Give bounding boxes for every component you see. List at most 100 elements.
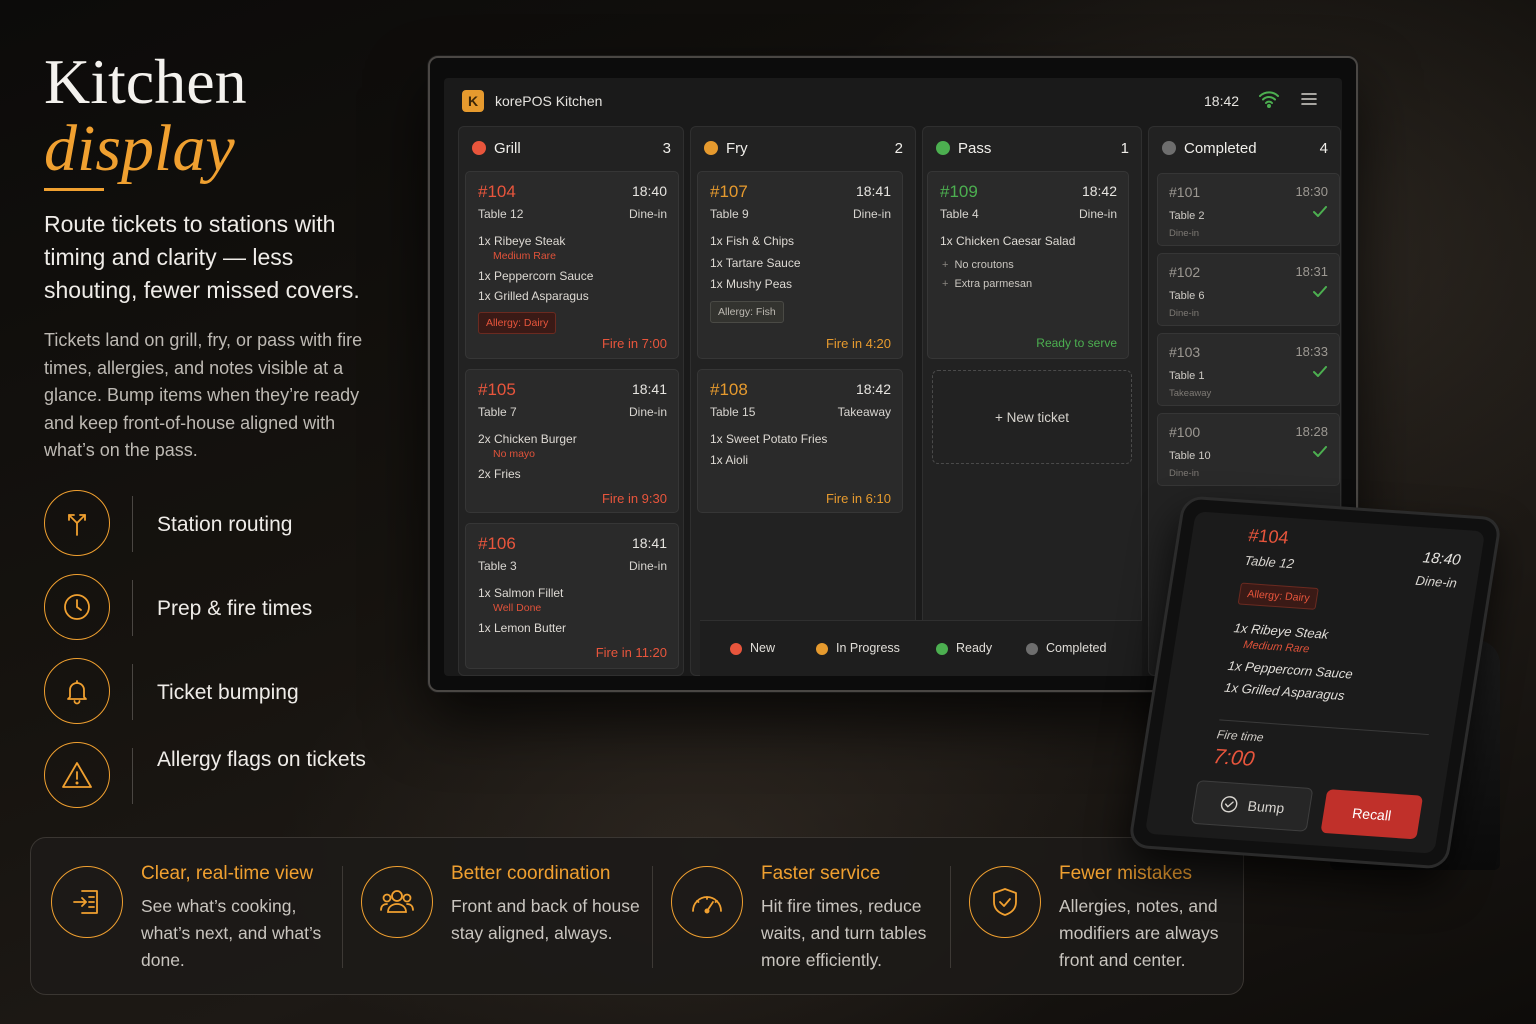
feature-label: Station routing [157, 513, 293, 536]
ticket-table: Table 9 [710, 207, 749, 221]
ticket-type: Dine-in [1169, 308, 1200, 319]
ticket-type: Dine-in [1414, 572, 1458, 591]
benefit-text: Allergies, notes, and modifiers are alwa… [1059, 896, 1219, 970]
fire-timer: Fire in 4:20 [825, 336, 891, 351]
ticket-card[interactable]: #104 18:40 Table 12 Dine-in 1x Ribeye St… [465, 171, 679, 359]
fire-timer: Fire in 9:30 [601, 491, 667, 506]
ticket-item: 1x Ribeye Steak [478, 234, 566, 248]
ticket-table: Table 15 [710, 405, 756, 419]
ticket-table: Table 12 [478, 207, 524, 221]
hamburger-menu-icon[interactable] [1301, 92, 1317, 111]
speedometer-icon [671, 866, 743, 938]
item-modifier: No mayo [493, 448, 536, 460]
ticket-time: 18:40 [1421, 549, 1462, 569]
app-bar: K korePOS Kitchen 18:42 [444, 78, 1342, 126]
ready-status: Ready to serve [1036, 336, 1117, 350]
ticket-id: #109 [940, 182, 978, 201]
completed-ticket[interactable]: #100 18:28 Table 10 Dine-in [1157, 413, 1340, 486]
benefit-text: Front and back of house stay aligned, al… [451, 896, 640, 943]
ticket-item: 1x Lemon Butter [478, 621, 567, 635]
ticket-id: #103 [1169, 344, 1201, 360]
recall-button[interactable]: Recall [1320, 789, 1424, 840]
benefit-title: Clear, real-time view [141, 863, 314, 884]
ticket-item: 1x Mushy Peas [710, 277, 793, 291]
fire-timer: Fire in 6:10 [825, 491, 891, 506]
fire-timer: Fire in 11:20 [595, 645, 667, 660]
ticket-type: Dine-in [628, 207, 667, 221]
column-grill: Grill 3 #104 18:40 Table 12 Dine-in 1x R… [458, 126, 684, 676]
hero-rule [44, 188, 104, 191]
ticket-id: #101 [1169, 184, 1201, 200]
hero-title-accent: display [44, 112, 235, 185]
allergy-tag: Allergy: Fish [710, 301, 784, 323]
bump-button[interactable]: Bump [1190, 780, 1314, 832]
item-modifier: Medium Rare [1242, 638, 1311, 656]
ticket-table: Table 3 [478, 559, 517, 573]
hero-title: Kitchen [44, 46, 247, 117]
column-count: 1 [1120, 140, 1129, 157]
fire-time-label: Fire time [1215, 727, 1265, 745]
ticket-id: #104 [1247, 525, 1291, 548]
completed-ticket[interactable]: #102 18:31 Table 6 Dine-in [1157, 253, 1340, 326]
column-name: Grill [494, 140, 521, 157]
fire-time-value: 7:00 [1211, 745, 1257, 771]
benefits-bar: Clear, real-time view See what’s cooking… [30, 837, 1244, 995]
item-option: + No croutons [942, 259, 1014, 271]
wifi-icon [1258, 89, 1280, 114]
column-header: Completed 4 [1149, 127, 1340, 169]
new-ticket-button[interactable]: + New ticket [932, 370, 1132, 464]
benefit-real-time-view: Clear, real-time view See what’s cooking… [51, 838, 341, 996]
legend-item-completed: Completed [1026, 641, 1106, 655]
ticket-table: Table 6 [1169, 290, 1205, 302]
column-header: Pass 1 [923, 127, 1141, 169]
route-split-icon [44, 490, 110, 556]
ticket-card[interactable]: #105 18:41 Table 7 Dine-in 2x Chicken Bu… [465, 369, 679, 513]
hero-description: Tickets land on grill, fry, or pass with… [44, 330, 363, 460]
completed-ticket[interactable]: #103 18:33 Table 1 Takeaway [1157, 333, 1340, 406]
ticket-type: Dine-in [1169, 228, 1200, 239]
column-name: Completed [1184, 140, 1257, 157]
ticket-id: #107 [710, 182, 748, 201]
column-count: 4 [1319, 140, 1328, 157]
ticket-item: 2x Fries [478, 467, 521, 481]
ticket-id: #102 [1169, 264, 1201, 280]
ticket-time: 18:41 [631, 381, 667, 397]
item-modifier: Well Done [493, 602, 542, 614]
item-option: + Extra parmesan [942, 278, 1033, 290]
fire-timer: Fire in 7:00 [601, 336, 667, 351]
ticket-time: 18:33 [1295, 344, 1328, 359]
status-dot-completed [1162, 141, 1176, 155]
feature-allergy-flags: Allergy flags on tickets [44, 742, 404, 810]
benefit-coordination: Better coordination Front and back of ho… [361, 838, 651, 996]
ticket-id: #105 [478, 380, 516, 399]
ticket-time: 18:42 [855, 381, 891, 397]
tablet-frame: #104 Table 12 18:40 Dine-in Allergy: Dai… [1127, 495, 1503, 870]
benefit-title: Faster service [761, 863, 881, 884]
tablet-ticket-detail: #104 Table 12 18:40 Dine-in Allergy: Dai… [1144, 511, 1486, 854]
legend-item-ready: Ready [936, 641, 992, 655]
warning-triangle-icon [44, 742, 110, 808]
feature-ticket-bumping: Ticket bumping [44, 658, 404, 726]
ticket-card[interactable]: #107 18:41 Table 9 Dine-in 1x Fish & Chi… [697, 171, 903, 359]
completed-ticket[interactable]: #101 18:30 Table 2 Dine-in [1157, 173, 1340, 246]
ticket-item: 1x Sweet Potato Fries [710, 432, 828, 446]
ticket-item: 1x Chicken Caesar Salad [940, 234, 1076, 248]
check-circle-icon [1220, 796, 1238, 813]
column-name: Pass [958, 140, 992, 157]
status-dot-in-progress [704, 141, 718, 155]
allergy-tag: Allergy: Dairy [1237, 582, 1320, 610]
benefit-faster-service: Faster service Hit fire times, reduce wa… [671, 838, 961, 996]
allergy-tag: Allergy: Dairy [478, 312, 557, 334]
ticket-item: 1x Aioli [710, 453, 749, 467]
status-legend: New In Progress Ready Completed [700, 620, 1142, 676]
column-fry: Fry 2 #107 18:41 Table 9 Dine-in 1x Fish… [690, 126, 916, 676]
check-icon [1313, 206, 1327, 217]
ticket-item: 2x Chicken Burger [478, 432, 577, 446]
ticket-card[interactable]: #109 18:42 Table 4 Dine-in 1x Chicken Ca… [927, 171, 1129, 359]
ticket-card[interactable]: #108 18:42 Table 15 Takeaway 1x Sweet Po… [697, 369, 903, 513]
ticket-time: 18:41 [855, 183, 891, 199]
benefit-fewer-mistakes: Fewer mistakes Allergies, notes, and mod… [969, 838, 1239, 996]
ticket-card[interactable]: #106 18:41 Table 3 Dine-in 1x Salmon Fil… [465, 523, 679, 669]
feature-prep-fire-times: Prep & fire times [44, 574, 404, 642]
team-icon [361, 866, 433, 938]
